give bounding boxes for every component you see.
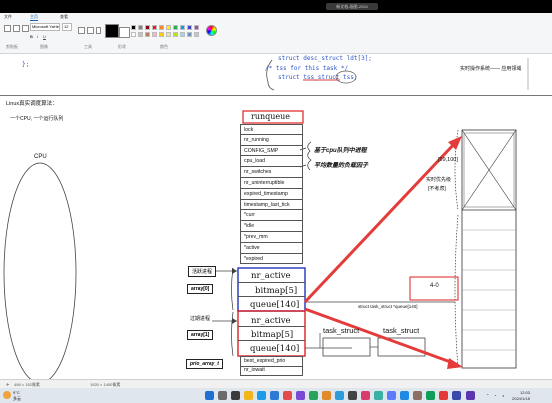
queue-decl-note: struct task_struct *queue[140] [358, 304, 418, 309]
clock-date[interactable]: 2024/1/18 [512, 396, 530, 401]
task-struct-2: task_struct [383, 326, 420, 335]
expired-queue: queue[140] [250, 344, 300, 354]
runqueue-title: runqueue [251, 112, 291, 121]
weather-text: 多云 [13, 396, 21, 401]
label-active-process: 活跃进程 [188, 266, 217, 277]
app-icon-crimson[interactable] [439, 391, 448, 400]
vs-icon[interactable] [466, 391, 475, 400]
active-nr-active: nr_active [251, 271, 291, 281]
app-icon-emerald[interactable] [426, 391, 435, 400]
runqueue-field-config-smp: CONFIG_SMP [240, 145, 303, 157]
runqueue-field-curr: *curr [240, 210, 303, 222]
cursor-icon: ✛ [6, 382, 10, 387]
app-icon-indigo[interactable] [387, 391, 396, 400]
app-icon-azure[interactable] [400, 391, 409, 400]
field-nr-iowait: nr_iowait [240, 366, 303, 376]
store-icon[interactable] [270, 391, 279, 400]
runqueue-field-timestamp-last-tick: timestamp_last_tick [240, 199, 303, 211]
runqueue-field-nr-uninterruptible: nr_uninterruptible [240, 178, 303, 189]
app-icon-orange[interactable] [322, 391, 331, 400]
runqueue-field-lock: lock [240, 124, 303, 135]
realtime-priority-label: 实时优先级 [426, 177, 452, 183]
app-icon-green[interactable] [309, 391, 318, 400]
taskbar: 9°C 多云 ⌃ ◔ ◖ 12:03 2024/1/18 [0, 388, 552, 403]
label-array1: array[1] [187, 330, 214, 340]
range-label: [99,100] [438, 157, 458, 163]
search-icon[interactable] [218, 391, 227, 400]
row-divider [238, 340, 305, 341]
task-struct-1: task_struct [323, 326, 360, 335]
app-icon-navy[interactable] [452, 391, 461, 400]
task-view-icon[interactable] [231, 391, 240, 400]
expired-nr-active: nr_active [251, 316, 291, 326]
volume-icon[interactable]: ◖ [502, 393, 504, 398]
expired-bitmap: bitmap[5] [251, 330, 294, 340]
scribble-text: 4-0 [430, 283, 439, 289]
runqueue-field-nr-running: nr_running [240, 134, 303, 146]
row-divider [238, 296, 305, 297]
runqueue-field-prev-mm: *prev_mm [240, 232, 303, 243]
start-icon[interactable] [205, 391, 214, 400]
not-considered-label: [不考虑] [428, 186, 446, 192]
app-icon-red[interactable] [283, 391, 292, 400]
weather-temp: 9°C [13, 390, 20, 395]
row-divider [238, 326, 305, 327]
weather-icon[interactable] [3, 391, 11, 399]
label-array0: array[0] [187, 284, 214, 294]
row-divider [238, 282, 305, 283]
file-explorer-icon[interactable] [244, 391, 253, 400]
bubble-line2: 平均数量的负载因子 [314, 163, 369, 169]
bubble-line1: 基于cpu队列中进程 [314, 148, 367, 154]
runqueue-field-idle: *idle [240, 221, 303, 232]
runqueue-field-active: *active [240, 242, 303, 254]
app-icon-blue[interactable] [335, 391, 344, 400]
app-icon-teal[interactable] [374, 391, 383, 400]
clock-time[interactable]: 12:03 [520, 390, 530, 395]
label-expired-process: 过期进程 [190, 316, 211, 322]
app-icon-pink[interactable] [361, 391, 370, 400]
app-icon-purple[interactable] [296, 391, 305, 400]
active-bitmap: bitmap[5] [255, 286, 298, 296]
tray-arrow-icon[interactable]: ⌃ [486, 393, 489, 398]
active-queue: queue[140] [250, 300, 300, 310]
runqueue-field-nr-switches: nr_switches [240, 167, 303, 178]
terminal-icon[interactable] [348, 391, 357, 400]
edge-icon[interactable] [257, 391, 266, 400]
runqueue-field-expired: *expired [240, 253, 303, 265]
network-icon[interactable]: ◔ [494, 393, 496, 398]
runqueue-field-expired-timestamp: expired_timestamp [240, 188, 303, 200]
label-prio-array: prio_array_t [186, 359, 223, 369]
app-icon-brown[interactable] [413, 391, 422, 400]
runqueue-field-cpu-load: cpu_load [240, 156, 303, 168]
